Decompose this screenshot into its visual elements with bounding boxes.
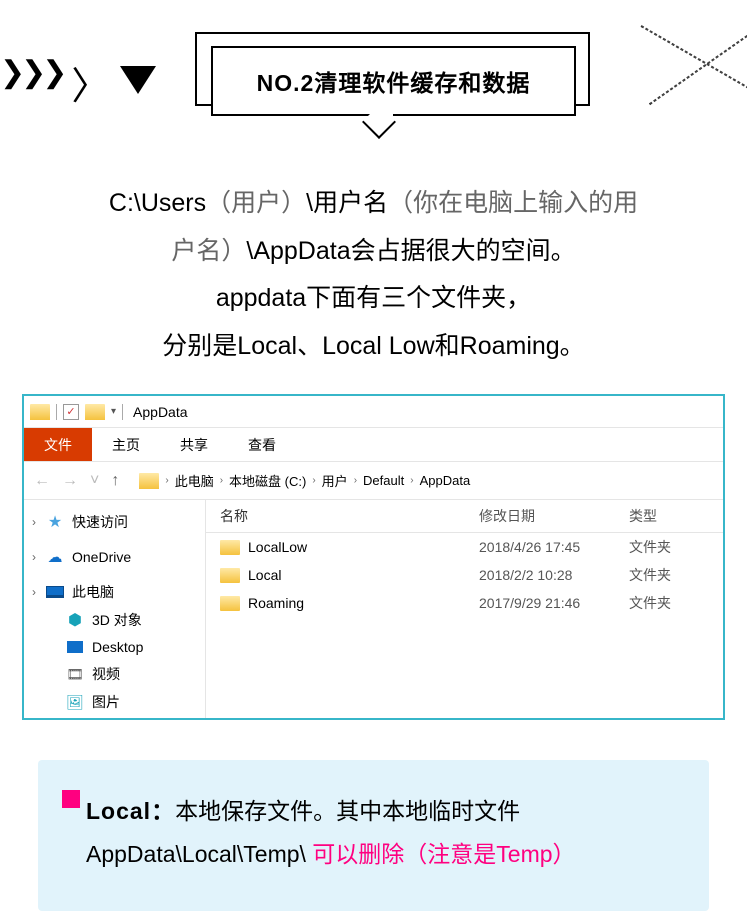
col-type-header: 类型	[629, 506, 709, 526]
folder-icon	[220, 540, 240, 555]
tab-view[interactable]: 查看	[228, 428, 296, 461]
breadcrumb-item[interactable]: 用户	[322, 471, 348, 490]
video-icon: 🎞	[66, 665, 84, 683]
section-banner: NO.2清理软件缓存和数据	[195, 32, 590, 106]
callout-path: AppData\Local\Temp\	[86, 841, 312, 867]
titlebar: ✓ ▾ AppData	[24, 396, 723, 428]
ribbon-tabs: 文件 主页 共享 查看	[24, 428, 723, 462]
col-name-header: 名称	[220, 506, 479, 526]
callout-text: 本地保存文件。其中本地临时文件	[175, 798, 520, 824]
picture-icon: 🖼	[66, 693, 84, 711]
folder-icon	[30, 404, 50, 420]
tab-home[interactable]: 主页	[92, 428, 160, 461]
file-explorer-window: ✓ ▾ AppData 文件 主页 共享 查看 ← → ˅ ↑ › 此电脑 › …	[22, 394, 725, 720]
table-row[interactable]: Local 2018/2/2 10:28 文件夹	[206, 561, 723, 589]
square-bullet-icon	[62, 790, 80, 808]
banner-title: NO.2清理软件缓存和数据	[211, 46, 576, 116]
arrows-decoration: ❯❯❯ 〉	[0, 55, 109, 110]
tab-share[interactable]: 共享	[160, 428, 228, 461]
nav-up-button[interactable]: ↑	[111, 472, 119, 490]
folder-icon	[220, 596, 240, 611]
sidebar-item-quick[interactable]: ★ 快速访问	[24, 508, 205, 536]
file-list: 名称 修改日期 类型 LocalLow 2018/4/26 17:45 文件夹 …	[206, 500, 723, 718]
cloud-icon: ☁	[46, 548, 64, 566]
sidebar-item-video[interactable]: 🎞 视频	[24, 660, 205, 688]
window-title: AppData	[133, 404, 187, 420]
breadcrumb-item[interactable]: 本地磁盘 (C:)	[229, 471, 306, 490]
callout-lead: Local：	[86, 798, 175, 824]
sidebar: ★ 快速访问 ☁ OneDrive 此电脑 ⬢ 3D 对象 Desktop	[24, 500, 206, 718]
star-icon: ★	[46, 513, 64, 531]
folder-icon	[85, 404, 105, 420]
triangle-down-icon	[120, 66, 156, 94]
nav-back-button[interactable]: ←	[34, 472, 50, 490]
info-callout: Local：本地保存文件。其中本地临时文件 AppData\Local\Temp…	[38, 760, 709, 911]
column-headers[interactable]: 名称 修改日期 类型	[206, 500, 723, 533]
sidebar-item-onedrive[interactable]: ☁ OneDrive	[24, 544, 205, 570]
check-icon: ✓	[63, 404, 79, 420]
dash-decoration	[649, 0, 747, 105]
breadcrumb-item[interactable]: 此电脑	[175, 471, 214, 490]
titlebar-dropdown-icon[interactable]: ▾	[111, 406, 116, 417]
sidebar-item-pictures[interactable]: 🖼 图片	[24, 688, 205, 716]
description-text: C:\Users（用户）\用户名（你在电脑上输入的用 户名）\AppData会占…	[0, 180, 747, 370]
breadcrumb-item[interactable]: AppData	[420, 473, 471, 488]
sidebar-item-desktop[interactable]: Desktop	[24, 634, 205, 660]
breadcrumb-item[interactable]: Default	[363, 473, 404, 488]
sidebar-item-3d[interactable]: ⬢ 3D 对象	[24, 606, 205, 634]
nav-forward-button[interactable]: →	[62, 472, 78, 490]
nav-dropdown-icon[interactable]: ˅	[90, 472, 99, 490]
breadcrumb[interactable]: › 此电脑 › 本地磁盘 (C:) › 用户 › Default › AppDa…	[139, 471, 470, 490]
col-date-header: 修改日期	[479, 506, 629, 526]
desktop-icon	[66, 638, 84, 656]
callout-emphasis: 可以删除（注意是Temp）	[312, 841, 575, 867]
folder-icon	[139, 473, 159, 489]
tab-file[interactable]: 文件	[24, 428, 92, 461]
cube-icon: ⬢	[66, 611, 84, 629]
folder-icon	[220, 568, 240, 583]
pc-icon	[46, 583, 64, 601]
table-row[interactable]: Roaming 2017/9/29 21:46 文件夹	[206, 589, 723, 617]
address-bar: ← → ˅ ↑ › 此电脑 › 本地磁盘 (C:) › 用户 › Default…	[24, 462, 723, 500]
sidebar-item-pc[interactable]: 此电脑	[24, 578, 205, 606]
table-row[interactable]: LocalLow 2018/4/26 17:45 文件夹	[206, 533, 723, 561]
